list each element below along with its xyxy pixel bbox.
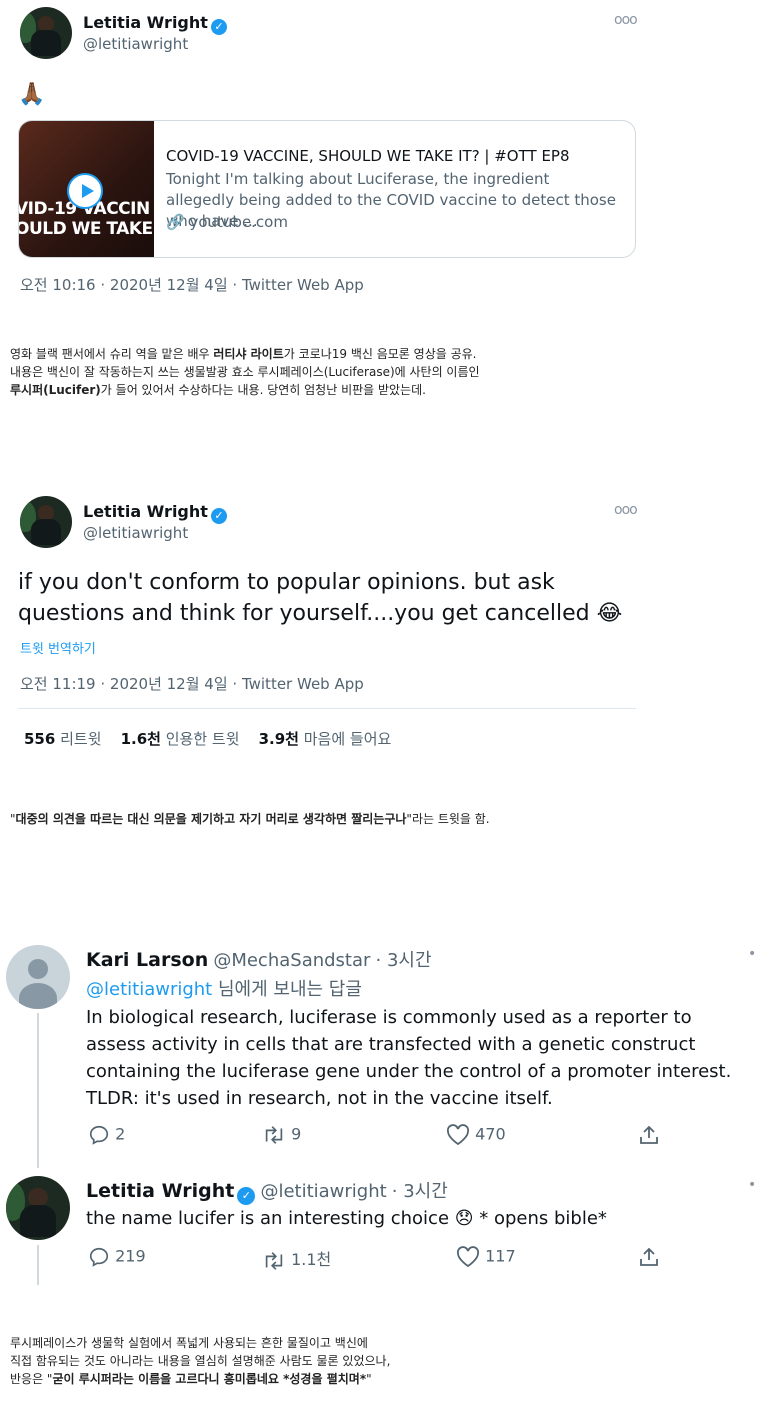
author-name[interactable]: Letitia Wright (86, 1180, 234, 1202)
more-options-icon[interactable]: • (748, 1177, 756, 1193)
link-card[interactable]: VID-19 VACCIN OULD WE TAKE COVID-19 VACC… (18, 120, 636, 258)
quote-label[interactable]: 인용한 트윗 (166, 730, 240, 748)
author-name[interactable]: Letitia Wright ✓ (83, 13, 227, 35)
author-name-text[interactable]: Letitia Wright (83, 502, 208, 521)
caption-text: 가 들어 있어서 수상하다는 내용. 당연히 엄청난 비판을 받았는데. (100, 383, 426, 397)
caption-bold: 굳이 루시퍼라는 이름을 고르다니 흥미롭네요 *성경을 펼치며* (52, 1372, 367, 1386)
heart-icon (456, 1246, 480, 1268)
share-button[interactable] (638, 1124, 660, 1146)
like-button[interactable]: 470 (446, 1124, 506, 1146)
author-handle[interactable]: @letitiawright (83, 524, 188, 542)
caption-text: 영화 블랙 팬서에서 슈리 역을 맡은 배우 (10, 347, 214, 361)
video-thumbnail[interactable]: VID-19 VACCIN OULD WE TAKE (19, 121, 154, 257)
avatar[interactable] (20, 7, 72, 59)
like-count[interactable]: 3.9천 (259, 730, 299, 748)
divider (18, 708, 636, 709)
author-handle[interactable]: @letitiawright (260, 1181, 386, 1202)
reply-button[interactable]: 2 (88, 1124, 125, 1146)
reply-text-part: the name lucifer is an interesting choic… (86, 1208, 455, 1229)
caption-bold: 러티샤 라이트 (213, 347, 284, 361)
reply-icon (88, 1247, 110, 1267)
retweet-icon (262, 1250, 286, 1270)
caption-text: 직접 함유되는 것도 아니라는 내용을 열심히 설명해준 사람도 물론 있었으나… (10, 1354, 391, 1368)
caption-2: "대중의 의견을 따르는 대신 의문을 제기하고 자기 머리로 생각하면 짤리는… (10, 810, 750, 828)
caption-text: 내용은 백신이 잘 작동하는지 쓰는 생물발광 효소 루시페레이스(Lucife… (10, 365, 480, 379)
share-icon (638, 1125, 660, 1144)
card-title: COVID-19 VACCINE, SHOULD WE TAKE IT? | #… (166, 147, 570, 165)
reply-time[interactable]: · 3시간 (376, 950, 432, 971)
replying-to: @letitiawright 님에게 보내는 답글 (86, 975, 362, 1001)
retweet-button[interactable]: 9 (262, 1124, 301, 1146)
avatar[interactable] (6, 1176, 70, 1240)
quote-count[interactable]: 1.6천 (121, 730, 161, 748)
card-link[interactable]: 🔗 youtube.com (166, 213, 288, 231)
author-name[interactable]: Kari Larson (86, 949, 208, 971)
disappointed-emoji: 😞 (454, 1208, 474, 1229)
tweet-timestamp[interactable]: 오전 11:19 · 2020년 12월 4일 · Twitter Web Ap… (20, 673, 364, 694)
reply-header: Letitia Wright ✓ @letitiawright · 3시간 (86, 1177, 448, 1205)
more-options-icon[interactable]: ooo (614, 12, 638, 28)
like-button[interactable]: 117 (456, 1246, 516, 1268)
author-name-text[interactable]: Letitia Wright (83, 13, 208, 32)
link-icon: 🔗 (166, 213, 185, 231)
replying-suffix: 님에게 보내는 답글 (217, 979, 362, 1000)
reply-count: 2 (115, 1124, 126, 1144)
verified-badge-icon: ✓ (210, 19, 227, 35)
retweet-count: 1.1천 (291, 1250, 332, 1269)
author-handle[interactable]: @letitiawright (83, 35, 188, 53)
share-icon (638, 1247, 660, 1266)
like-label[interactable]: 마음에 들어요 (304, 730, 392, 748)
more-options-icon[interactable]: • (748, 946, 756, 962)
caption-bold: 대중의 의견을 따르는 대신 의문을 제기하고 자기 머리로 생각하면 짤리는구… (15, 812, 407, 826)
play-icon[interactable] (67, 173, 103, 209)
heart-icon (446, 1124, 470, 1146)
caption-1: 영화 블랙 팬서에서 슈리 역을 맡은 배우 러티샤 라이트가 코로나19 백신… (10, 345, 750, 399)
avatar[interactable] (20, 496, 72, 548)
like-count: 117 (485, 1246, 516, 1266)
like-count: 470 (475, 1124, 506, 1144)
card-link-text[interactable]: youtube.com (189, 213, 288, 231)
retweet-label[interactable]: 리트윗 (60, 730, 101, 748)
reply-header: Kari Larson @MechaSandstar · 3시간 (86, 946, 432, 972)
retweet-count: 9 (291, 1124, 302, 1144)
avatar[interactable] (6, 945, 70, 1009)
caption-bold: 루시퍼(Lucifer) (10, 383, 101, 397)
retweet-icon (262, 1125, 286, 1144)
retweet-button[interactable]: 1.1천 (262, 1246, 331, 1272)
tweet-stats: 556 리트윗 1.6천 인용한 트윗 3.9천 마음에 들어요 (24, 728, 391, 749)
reply-text-part: * opens bible* (473, 1208, 607, 1229)
thread-line (37, 1013, 39, 1168)
caption-3: 루시페레이스가 생물학 실험에서 폭넓게 사용되는 흔한 물질이고 백신에 직접… (10, 1334, 750, 1388)
caption-text: 가 코로나19 백신 음모론 영상을 공유. (283, 347, 477, 361)
reply-text: the name lucifer is an interesting choic… (86, 1205, 752, 1232)
tweet-timestamp[interactable]: 오전 10:16 · 2020년 12월 4일 · Twitter Web Ap… (20, 274, 364, 295)
reply-button[interactable]: 219 (88, 1246, 146, 1268)
reply-time[interactable]: · 3시간 (392, 1181, 448, 1202)
caption-text: " (366, 1372, 372, 1386)
translate-link[interactable]: 트윗 번역하기 (20, 638, 96, 657)
thumbnail-text-2: OULD WE TAKE (18, 219, 153, 239)
author-handle[interactable]: @MechaSandstar (213, 950, 370, 971)
retweet-count[interactable]: 556 (24, 730, 55, 748)
thread-line (37, 1245, 39, 1285)
caption-text: "라는 트윗을 함. (406, 812, 490, 826)
tweet-text: if you don't conform to popular opinions… (18, 570, 623, 626)
reply-text: In biological research, luciferase is co… (86, 1007, 732, 1109)
author-name[interactable]: Letitia Wright ✓ (83, 502, 227, 524)
caption-text: 루시페레이스가 생물학 실험에서 폭넓게 사용되는 흔한 물질이고 백신에 (10, 1336, 368, 1350)
reply-count: 219 (115, 1246, 146, 1266)
reply-icon (88, 1125, 110, 1145)
verified-badge-icon: ✓ (210, 508, 227, 524)
tweet-emoji: 🙏🏾 (18, 82, 46, 107)
share-button[interactable] (638, 1246, 660, 1268)
verified-badge-icon: ✓ (237, 1187, 256, 1205)
mention-link[interactable]: @letitiawright (86, 979, 212, 1000)
more-options-icon[interactable]: ooo (614, 502, 638, 518)
caption-text: 반응은 " (10, 1372, 53, 1386)
